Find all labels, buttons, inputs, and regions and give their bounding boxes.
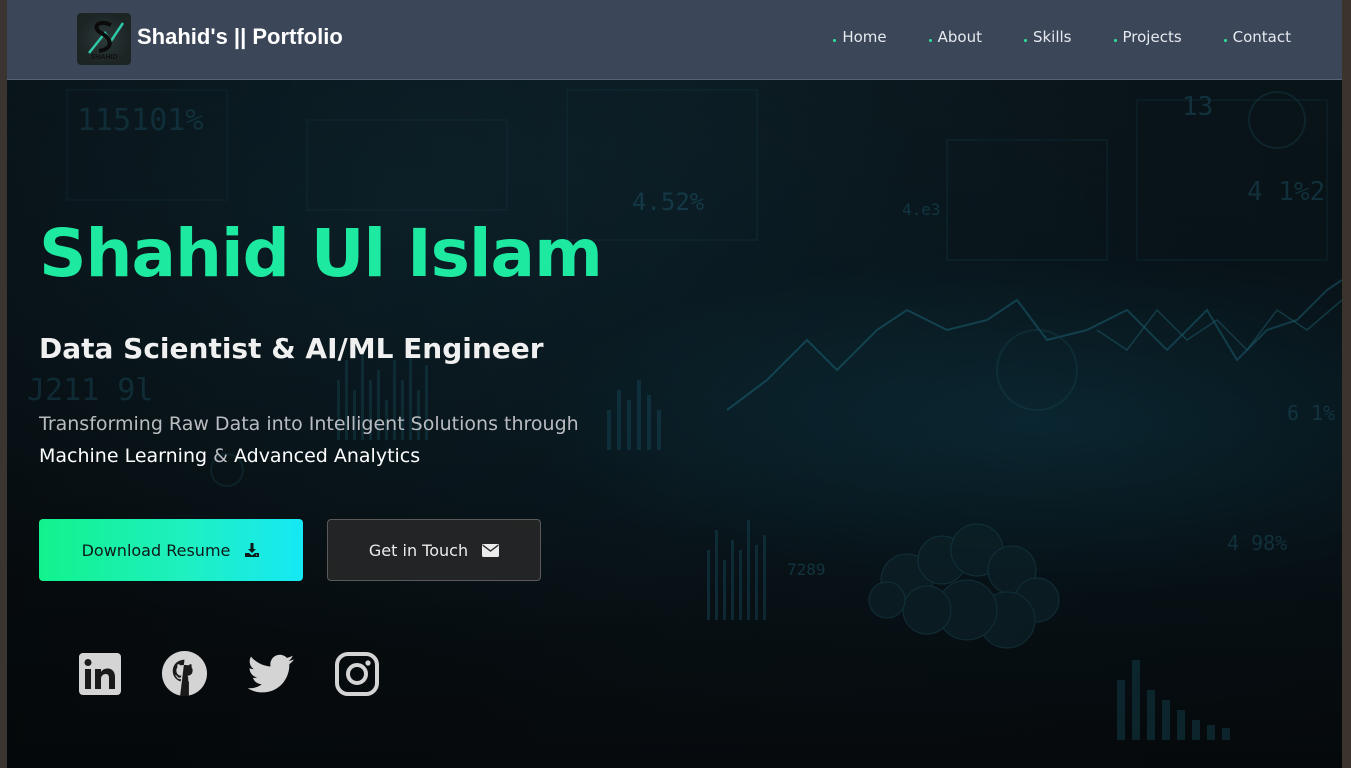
nav-bullet	[928, 38, 932, 42]
twitter-icon[interactable]	[247, 654, 295, 698]
hero-role: Data Scientist & AI/ML Engineer	[39, 332, 544, 365]
navbar: SHAHID Shahid's || Portfolio Home About …	[7, 0, 1342, 80]
nav-contact[interactable]: Contact	[1223, 28, 1291, 46]
nav-home[interactable]: Home	[833, 28, 887, 46]
download-icon	[245, 543, 260, 557]
get-in-touch-button[interactable]: Get in Touch	[327, 519, 541, 581]
nav-bullet	[1223, 38, 1227, 42]
nav-skills[interactable]: Skills	[1023, 28, 1072, 46]
tagline-ampersand: &	[207, 445, 234, 467]
social-links	[79, 650, 419, 701]
hero-name: Shahid Ul Islam	[39, 215, 603, 292]
github-icon[interactable]	[161, 650, 208, 701]
nav-label: Home	[842, 28, 887, 46]
nav-bullet	[1113, 38, 1117, 42]
tagline-highlight-ml: Machine Learning	[39, 445, 208, 467]
nav-bullet	[833, 38, 837, 42]
nav-projects[interactable]: Projects	[1113, 28, 1182, 46]
envelope-icon	[482, 543, 500, 557]
nav-label: About	[937, 28, 982, 46]
nav-about[interactable]: About	[928, 28, 982, 46]
frame-edge-left	[0, 0, 7, 768]
linkedin-icon[interactable]	[79, 652, 121, 699]
nav-bullet	[1023, 38, 1027, 42]
download-resume-label: Download Resume	[81, 540, 231, 560]
svg-text:SHAHID: SHAHID	[91, 54, 118, 61]
nav-label: Contact	[1232, 28, 1291, 46]
get-in-touch-label: Get in Touch	[368, 540, 469, 560]
hero-tagline: Transforming Raw Data into Intelligent S…	[39, 408, 659, 472]
tagline-line1: Transforming Raw Data into Intelligent S…	[39, 413, 579, 435]
main-nav: Home About Skills Projects Contact	[791, 28, 1291, 46]
frame-edge-right	[1342, 0, 1351, 768]
tagline-highlight-analytics: Advanced Analytics	[233, 445, 421, 467]
logo[interactable]: SHAHID	[77, 13, 131, 65]
brand-title[interactable]: Shahid's || Portfolio	[137, 24, 343, 50]
nav-label: Projects	[1122, 28, 1182, 46]
instagram-icon[interactable]	[335, 651, 379, 700]
nav-label: Skills	[1032, 28, 1072, 46]
download-resume-button[interactable]: Download Resume	[39, 519, 303, 581]
logo-mark-icon: SHAHID	[88, 20, 125, 61]
